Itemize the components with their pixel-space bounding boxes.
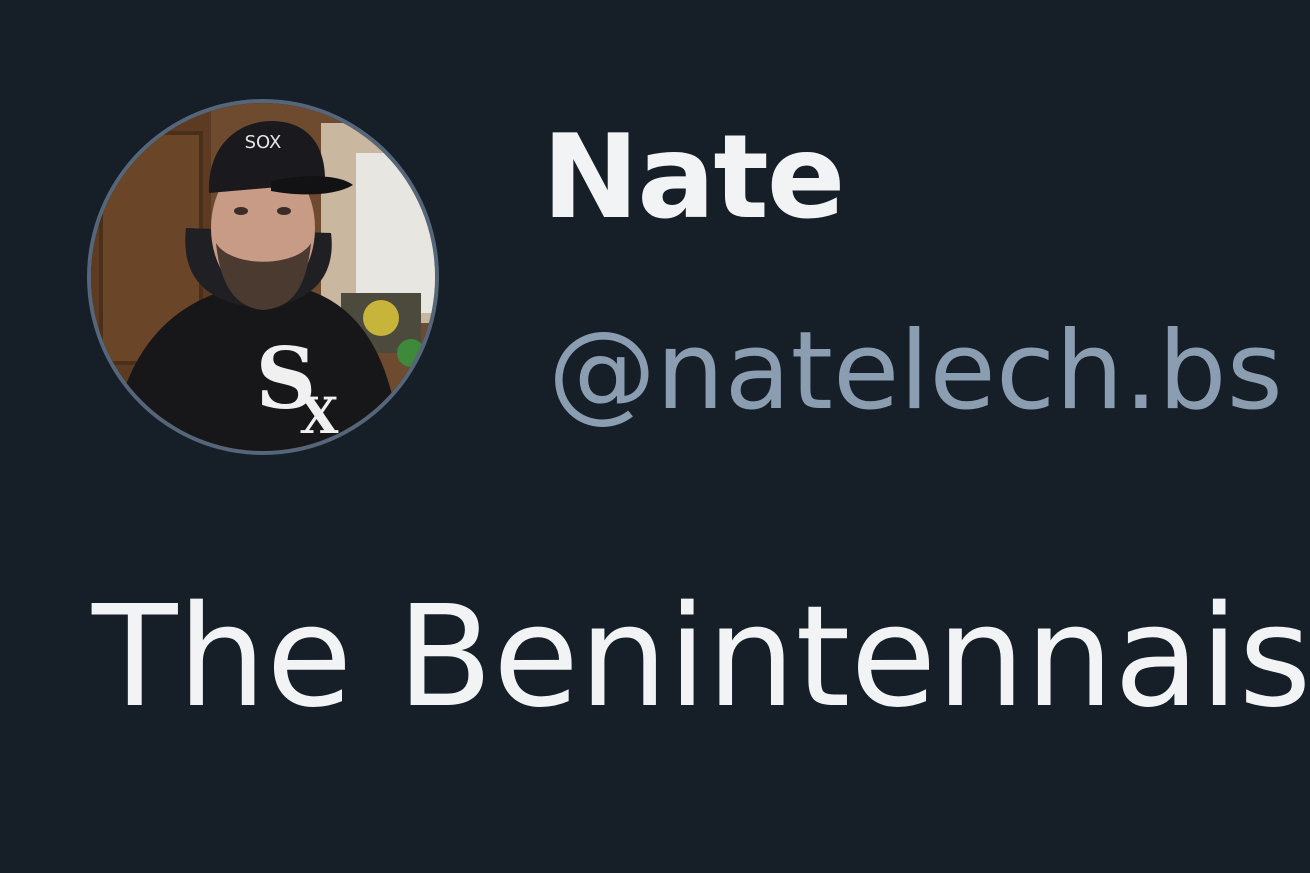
post-card: SOX S X Nate @natelech.bs The Benintenna… <box>0 0 1310 873</box>
svg-text:SOX: SOX <box>245 132 282 153</box>
user-handle[interactable]: @natelech.bs <box>548 318 1283 426</box>
avatar-photo-icon: SOX S X <box>91 103 435 451</box>
post-text: The Benintennais <box>92 576 1310 739</box>
svg-text:X: X <box>300 386 339 445</box>
display-name[interactable]: Nate <box>542 120 845 236</box>
avatar[interactable]: SOX S X <box>87 99 439 455</box>
